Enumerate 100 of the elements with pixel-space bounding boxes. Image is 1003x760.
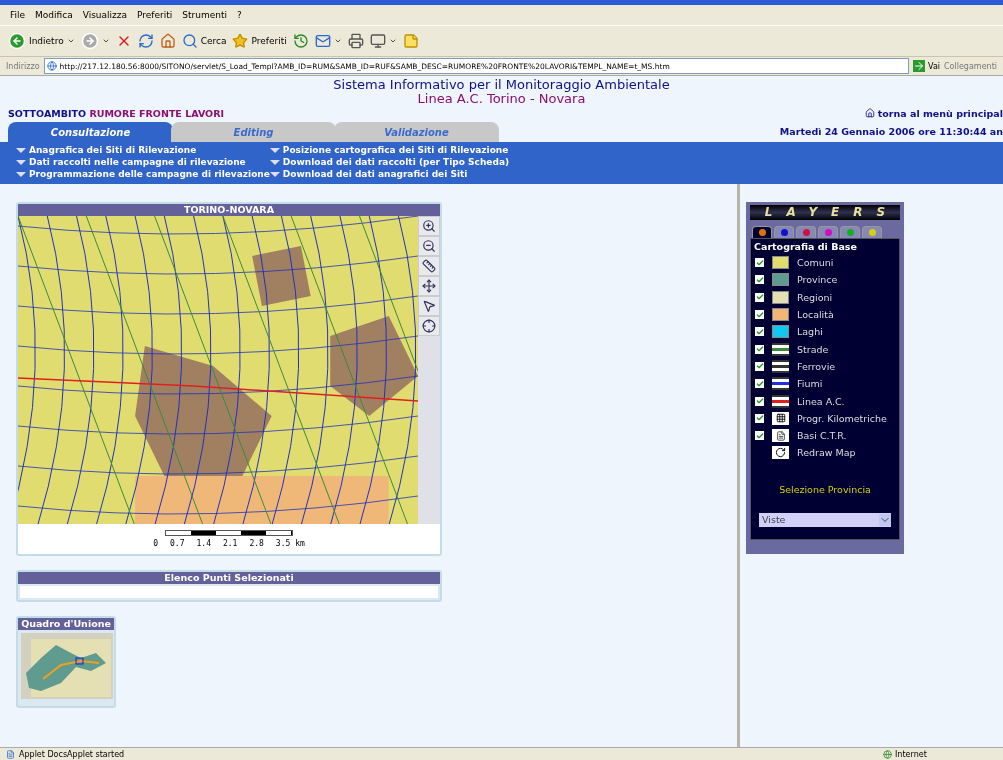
checkbox[interactable] xyxy=(755,327,764,337)
toolbar-button[interactable] xyxy=(347,33,364,49)
layer-tab[interactable] xyxy=(774,226,794,238)
page-subtitle: Linea A.C. Torino - Novara xyxy=(417,92,586,106)
layer-label: Strade xyxy=(797,343,829,355)
group-title: Cartografia di Base xyxy=(753,241,858,252)
home-link[interactable]: torna al menù principal xyxy=(864,107,1003,119)
links-label[interactable]: Collegamenti xyxy=(944,61,997,71)
legend-line-swatch xyxy=(772,359,789,373)
layer-label[interactable]: Redraw Map xyxy=(797,447,856,459)
crosshair-icon[interactable] xyxy=(418,316,440,336)
toolbar-button[interactable] xyxy=(137,33,154,49)
panel-title: Elenco Punti Selezionati xyxy=(18,572,440,584)
go-button[interactable]: Vai xyxy=(913,60,940,72)
checkbox[interactable] xyxy=(755,344,764,354)
page-title: Sistema Informativo per il Monitoraggio Ambientale xyxy=(333,78,670,92)
address-label: Indirizzo xyxy=(6,61,40,71)
scale-label: 2.1 xyxy=(222,539,238,548)
layer-label: Linea A.C. xyxy=(797,395,845,407)
note-icon xyxy=(402,33,419,49)
search-icon xyxy=(181,33,198,49)
menu-item[interactable]: Visualizza xyxy=(82,10,128,20)
layers-title: LAYERS xyxy=(750,205,900,220)
star-icon xyxy=(232,33,249,49)
toolbar-button[interactable] xyxy=(369,33,397,49)
toolbar-button[interactable]: Preferiti xyxy=(232,33,287,49)
scale-label: 0 xyxy=(153,539,159,548)
move-icon[interactable] xyxy=(418,276,440,296)
map-title: TORINO-NOVARA xyxy=(18,204,440,216)
legend-line-swatch xyxy=(772,394,789,408)
legend-line-swatch xyxy=(772,377,789,391)
forward-icon xyxy=(80,32,99,50)
layer-label: Località xyxy=(797,309,834,321)
tab[interactable]: Consultazione xyxy=(8,122,173,142)
page-icon xyxy=(46,61,57,71)
layer-label: Basi C.T.R. xyxy=(797,430,847,442)
home-icon xyxy=(864,108,875,118)
toolbar-button[interactable] xyxy=(159,33,176,49)
menu-link[interactable]: Download dei dati raccolti (per Tipo Scheda) xyxy=(269,156,510,168)
caret-icon xyxy=(101,37,110,45)
menu-link[interactable]: Anagrafica dei Siti di Rilevazione xyxy=(16,144,270,156)
menu-link[interactable]: Download dei dati anagrafici dei Siti xyxy=(269,168,510,180)
menu-link[interactable]: Programmazione delle campagne di rilevazione xyxy=(16,168,270,180)
checkbox[interactable] xyxy=(755,310,764,320)
zoom-in-icon[interactable] xyxy=(418,216,440,236)
caret-icon xyxy=(879,513,891,526)
checkbox[interactable] xyxy=(755,413,764,423)
panel-title: Quadro d'Unione xyxy=(18,618,114,630)
layer-label: Regioni xyxy=(797,291,833,303)
checkbox[interactable] xyxy=(755,292,764,302)
scale-label: 2.8 xyxy=(249,539,264,548)
date-time: Martedì 24 Gennaio 2006 ore 11:30:44 an xyxy=(779,125,1003,137)
layer-label: Laghi xyxy=(797,326,823,338)
scale-label: 1.4 xyxy=(196,539,211,548)
checkbox[interactable] xyxy=(755,431,764,441)
caret-icon xyxy=(66,37,75,45)
ruler-icon[interactable] xyxy=(418,256,440,276)
menu-item[interactable]: Preferiti xyxy=(137,10,173,20)
checkbox[interactable] xyxy=(755,275,764,285)
menu-link[interactable]: Dati raccolti nelle campagne di rilevazione xyxy=(16,156,270,168)
status-text: Applet DocsApplet started xyxy=(19,749,125,759)
toolbar-button[interactable] xyxy=(292,33,309,49)
menu-link[interactable]: Posizione cartografica dei Siti di Rilevazione xyxy=(269,144,510,156)
checkbox[interactable] xyxy=(755,258,764,268)
legend-line-swatch xyxy=(772,342,789,356)
scope-label: SOTTOAMBITO RUMORE FRONTE LAVORI xyxy=(8,107,225,119)
scale-label: 0.7 xyxy=(170,539,185,548)
toolbar-button[interactable] xyxy=(314,33,342,49)
layer-label: Comuni xyxy=(797,257,834,269)
menu-item[interactable]: File xyxy=(10,10,26,20)
view-select[interactable]: Viste xyxy=(759,512,891,527)
menu-item[interactable]: Modifica xyxy=(35,10,73,20)
layer-label: Fiumi xyxy=(797,378,823,390)
layer-label: Progr. Kilometriche xyxy=(797,412,887,424)
caret-icon xyxy=(333,37,342,45)
layer-label: Province xyxy=(797,274,838,286)
menu-item[interactable]: ? xyxy=(236,10,242,20)
history-icon xyxy=(292,33,309,49)
refresh-icon xyxy=(137,33,154,49)
zone-label: Internet xyxy=(895,749,927,759)
home-icon xyxy=(159,33,176,49)
map-drawing[interactable] xyxy=(18,216,418,524)
province-label: Selezione Provincia xyxy=(778,483,872,495)
menu-item[interactable]: Strumenti xyxy=(182,10,227,20)
monitor-icon xyxy=(369,33,386,49)
layer-tab[interactable] xyxy=(752,226,772,238)
caret-icon xyxy=(388,37,397,45)
zoom-out-icon[interactable] xyxy=(418,236,440,256)
globe-icon xyxy=(883,749,892,759)
mail-icon xyxy=(314,33,331,49)
toolbar-button[interactable]: Cerca xyxy=(181,33,227,49)
checkbox[interactable] xyxy=(755,379,764,389)
printer-icon xyxy=(347,33,364,49)
scale-label: 3.5 km xyxy=(275,539,305,548)
pointer-icon[interactable] xyxy=(418,296,440,316)
toolbar-button[interactable]: Indietro xyxy=(8,32,75,50)
redraw-icon xyxy=(772,446,789,460)
checkbox[interactable] xyxy=(755,361,764,371)
checkbox[interactable] xyxy=(755,396,764,406)
layer-label: Ferrovie xyxy=(797,360,836,372)
